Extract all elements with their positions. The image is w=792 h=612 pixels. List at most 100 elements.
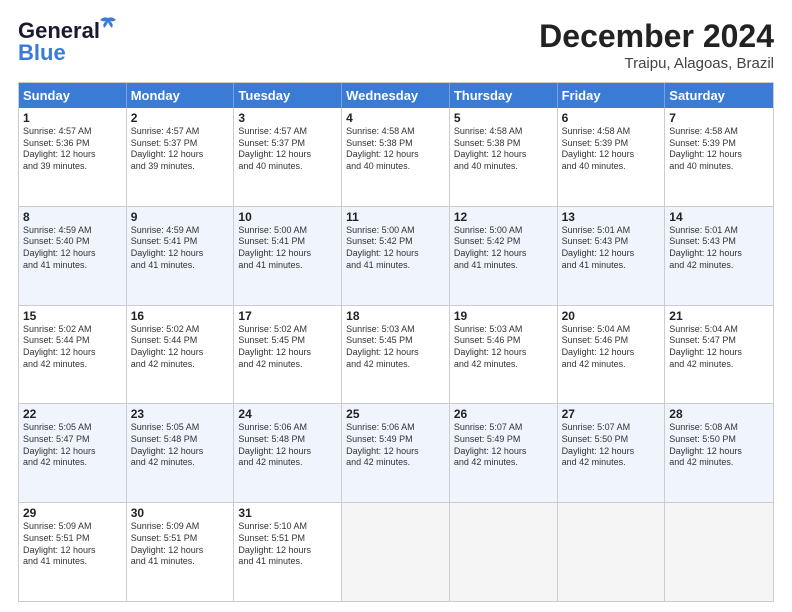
day-info: Sunrise: 5:03 AM Sunset: 5:45 PM Dayligh… bbox=[346, 324, 445, 371]
title-block: December 2024 Traipu, Alagoas, Brazil bbox=[539, 18, 774, 72]
day-cell-17: 17Sunrise: 5:02 AM Sunset: 5:45 PM Dayli… bbox=[234, 306, 342, 404]
logo: General Blue bbox=[18, 18, 100, 66]
day-info: Sunrise: 4:59 AM Sunset: 5:40 PM Dayligh… bbox=[23, 225, 122, 272]
day-cell-20: 20Sunrise: 5:04 AM Sunset: 5:46 PM Dayli… bbox=[558, 306, 666, 404]
day-cell-31: 31Sunrise: 5:10 AM Sunset: 5:51 PM Dayli… bbox=[234, 503, 342, 601]
subtitle: Traipu, Alagoas, Brazil bbox=[539, 55, 774, 72]
day-cell-9: 9Sunrise: 4:59 AM Sunset: 5:41 PM Daylig… bbox=[127, 207, 235, 305]
day-info: Sunrise: 5:06 AM Sunset: 5:49 PM Dayligh… bbox=[346, 422, 445, 469]
day-info: Sunrise: 5:04 AM Sunset: 5:46 PM Dayligh… bbox=[562, 324, 661, 371]
day-info: Sunrise: 5:00 AM Sunset: 5:42 PM Dayligh… bbox=[454, 225, 553, 272]
day-info: Sunrise: 5:10 AM Sunset: 5:51 PM Dayligh… bbox=[238, 521, 337, 568]
day-info: Sunrise: 4:57 AM Sunset: 5:36 PM Dayligh… bbox=[23, 126, 122, 173]
day-number: 29 bbox=[23, 506, 122, 520]
day-number: 9 bbox=[131, 210, 230, 224]
day-info: Sunrise: 5:04 AM Sunset: 5:47 PM Dayligh… bbox=[669, 324, 769, 371]
day-cell-4: 4Sunrise: 4:58 AM Sunset: 5:38 PM Daylig… bbox=[342, 108, 450, 206]
day-info: Sunrise: 5:05 AM Sunset: 5:48 PM Dayligh… bbox=[131, 422, 230, 469]
day-info: Sunrise: 5:02 AM Sunset: 5:45 PM Dayligh… bbox=[238, 324, 337, 371]
day-cell-14: 14Sunrise: 5:01 AM Sunset: 5:43 PM Dayli… bbox=[665, 207, 773, 305]
day-number: 22 bbox=[23, 407, 122, 421]
day-cell-18: 18Sunrise: 5:03 AM Sunset: 5:45 PM Dayli… bbox=[342, 306, 450, 404]
header-day-saturday: Saturday bbox=[665, 83, 773, 108]
header-day-sunday: Sunday bbox=[19, 83, 127, 108]
day-cell-19: 19Sunrise: 5:03 AM Sunset: 5:46 PM Dayli… bbox=[450, 306, 558, 404]
day-info: Sunrise: 4:58 AM Sunset: 5:39 PM Dayligh… bbox=[562, 126, 661, 173]
day-number: 27 bbox=[562, 407, 661, 421]
day-number: 15 bbox=[23, 309, 122, 323]
logo-bird-icon bbox=[98, 16, 118, 38]
day-number: 6 bbox=[562, 111, 661, 125]
day-info: Sunrise: 5:00 AM Sunset: 5:41 PM Dayligh… bbox=[238, 225, 337, 272]
day-number: 2 bbox=[131, 111, 230, 125]
day-cell-28: 28Sunrise: 5:08 AM Sunset: 5:50 PM Dayli… bbox=[665, 404, 773, 502]
day-info: Sunrise: 5:01 AM Sunset: 5:43 PM Dayligh… bbox=[669, 225, 769, 272]
day-number: 21 bbox=[669, 309, 769, 323]
main-title: December 2024 bbox=[539, 18, 774, 55]
day-number: 4 bbox=[346, 111, 445, 125]
day-info: Sunrise: 5:03 AM Sunset: 5:46 PM Dayligh… bbox=[454, 324, 553, 371]
day-info: Sunrise: 5:07 AM Sunset: 5:50 PM Dayligh… bbox=[562, 422, 661, 469]
day-cell-1: 1Sunrise: 4:57 AM Sunset: 5:36 PM Daylig… bbox=[19, 108, 127, 206]
logo-general: General bbox=[18, 18, 100, 43]
header-day-friday: Friday bbox=[558, 83, 666, 108]
day-cell-29: 29Sunrise: 5:09 AM Sunset: 5:51 PM Dayli… bbox=[19, 503, 127, 601]
header-day-monday: Monday bbox=[127, 83, 235, 108]
day-info: Sunrise: 4:59 AM Sunset: 5:41 PM Dayligh… bbox=[131, 225, 230, 272]
day-cell-13: 13Sunrise: 5:01 AM Sunset: 5:43 PM Dayli… bbox=[558, 207, 666, 305]
day-cell-11: 11Sunrise: 5:00 AM Sunset: 5:42 PM Dayli… bbox=[342, 207, 450, 305]
day-cell-2: 2Sunrise: 4:57 AM Sunset: 5:37 PM Daylig… bbox=[127, 108, 235, 206]
day-number: 12 bbox=[454, 210, 553, 224]
day-cell-25: 25Sunrise: 5:06 AM Sunset: 5:49 PM Dayli… bbox=[342, 404, 450, 502]
day-number: 20 bbox=[562, 309, 661, 323]
day-number: 7 bbox=[669, 111, 769, 125]
day-cell-21: 21Sunrise: 5:04 AM Sunset: 5:47 PM Dayli… bbox=[665, 306, 773, 404]
day-cell-8: 8Sunrise: 4:59 AM Sunset: 5:40 PM Daylig… bbox=[19, 207, 127, 305]
header-day-thursday: Thursday bbox=[450, 83, 558, 108]
calendar-row-1: 1Sunrise: 4:57 AM Sunset: 5:36 PM Daylig… bbox=[19, 108, 773, 207]
calendar-header: SundayMondayTuesdayWednesdayThursdayFrid… bbox=[19, 83, 773, 108]
day-number: 26 bbox=[454, 407, 553, 421]
day-info: Sunrise: 5:09 AM Sunset: 5:51 PM Dayligh… bbox=[131, 521, 230, 568]
day-number: 28 bbox=[669, 407, 769, 421]
page-container: General Blue December 2024 Traipu, Alago… bbox=[0, 0, 792, 612]
day-number: 17 bbox=[238, 309, 337, 323]
day-info: Sunrise: 4:58 AM Sunset: 5:38 PM Dayligh… bbox=[454, 126, 553, 173]
day-info: Sunrise: 5:05 AM Sunset: 5:47 PM Dayligh… bbox=[23, 422, 122, 469]
calendar-body: 1Sunrise: 4:57 AM Sunset: 5:36 PM Daylig… bbox=[19, 108, 773, 601]
day-info: Sunrise: 5:01 AM Sunset: 5:43 PM Dayligh… bbox=[562, 225, 661, 272]
day-cell-16: 16Sunrise: 5:02 AM Sunset: 5:44 PM Dayli… bbox=[127, 306, 235, 404]
empty-cell bbox=[450, 503, 558, 601]
day-number: 3 bbox=[238, 111, 337, 125]
day-info: Sunrise: 4:58 AM Sunset: 5:39 PM Dayligh… bbox=[669, 126, 769, 173]
header: General Blue December 2024 Traipu, Alago… bbox=[18, 18, 774, 72]
day-cell-5: 5Sunrise: 4:58 AM Sunset: 5:38 PM Daylig… bbox=[450, 108, 558, 206]
empty-cell bbox=[342, 503, 450, 601]
day-number: 5 bbox=[454, 111, 553, 125]
day-info: Sunrise: 5:06 AM Sunset: 5:48 PM Dayligh… bbox=[238, 422, 337, 469]
day-info: Sunrise: 5:02 AM Sunset: 5:44 PM Dayligh… bbox=[23, 324, 122, 371]
day-number: 31 bbox=[238, 506, 337, 520]
calendar: SundayMondayTuesdayWednesdayThursdayFrid… bbox=[18, 82, 774, 602]
day-number: 1 bbox=[23, 111, 122, 125]
day-cell-15: 15Sunrise: 5:02 AM Sunset: 5:44 PM Dayli… bbox=[19, 306, 127, 404]
day-number: 11 bbox=[346, 210, 445, 224]
day-info: Sunrise: 5:08 AM Sunset: 5:50 PM Dayligh… bbox=[669, 422, 769, 469]
day-cell-7: 7Sunrise: 4:58 AM Sunset: 5:39 PM Daylig… bbox=[665, 108, 773, 206]
day-info: Sunrise: 4:58 AM Sunset: 5:38 PM Dayligh… bbox=[346, 126, 445, 173]
day-number: 25 bbox=[346, 407, 445, 421]
day-cell-6: 6Sunrise: 4:58 AM Sunset: 5:39 PM Daylig… bbox=[558, 108, 666, 206]
day-cell-12: 12Sunrise: 5:00 AM Sunset: 5:42 PM Dayli… bbox=[450, 207, 558, 305]
day-cell-23: 23Sunrise: 5:05 AM Sunset: 5:48 PM Dayli… bbox=[127, 404, 235, 502]
day-number: 16 bbox=[131, 309, 230, 323]
day-cell-30: 30Sunrise: 5:09 AM Sunset: 5:51 PM Dayli… bbox=[127, 503, 235, 601]
calendar-row-5: 29 Sunrise: 5:09 AM Sunset: 5:51 PM Dayli… bbox=[19, 503, 773, 601]
calendar-row-3: 15Sunrise: 5:02 AM Sunset: 5:44 PM Dayli… bbox=[19, 306, 773, 405]
day-cell-3: 3Sunrise: 4:57 AM Sunset: 5:37 PM Daylig… bbox=[234, 108, 342, 206]
empty-cell bbox=[558, 503, 666, 601]
day-info: Sunrise: 4:57 AM Sunset: 5:37 PM Dayligh… bbox=[131, 126, 230, 173]
day-number: 14 bbox=[669, 210, 769, 224]
day-number: 8 bbox=[23, 210, 122, 224]
header-day-wednesday: Wednesday bbox=[342, 83, 450, 108]
day-number: 13 bbox=[562, 210, 661, 224]
